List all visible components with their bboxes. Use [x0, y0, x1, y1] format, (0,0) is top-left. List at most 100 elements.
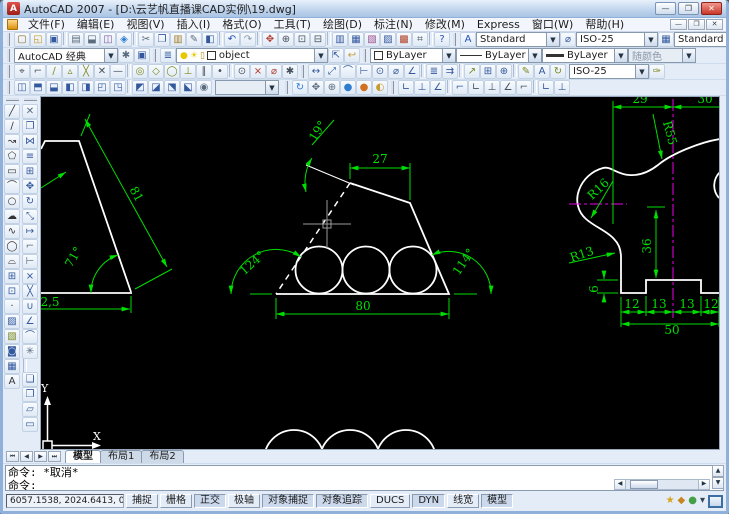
- line-icon[interactable]: ╱: [4, 104, 20, 119]
- tray-menu-arrow[interactable]: ▾: [700, 494, 705, 508]
- status-otrack[interactable]: 对象追踪: [316, 494, 368, 508]
- table-style-icon[interactable]: ▦: [658, 32, 674, 47]
- linetype-select[interactable]: ByLayer ▼: [456, 48, 542, 63]
- close-button[interactable]: ✕: [701, 2, 722, 15]
- ucs-3point-icon[interactable]: ⊥: [484, 80, 500, 95]
- markup-icon[interactable]: ▩: [396, 32, 412, 47]
- tab-next-button[interactable]: ▶: [34, 451, 47, 462]
- chevron-down-icon[interactable]: ▼: [644, 33, 657, 46]
- temporary-track-point-icon[interactable]: ⌖: [14, 64, 30, 79]
- break-icon[interactable]: ╳: [22, 284, 38, 299]
- sep[interactable]: [421, 64, 425, 77]
- 3d-orbit-icon[interactable]: ↻: [292, 80, 308, 95]
- view-bottom-icon[interactable]: ⬓: [46, 80, 62, 95]
- selected-line[interactable]: [275, 182, 351, 295]
- layer-lock-icon[interactable]: ▯: [200, 51, 205, 61]
- snap-center-icon[interactable]: ◎: [132, 64, 148, 79]
- tab-layout1[interactable]: 布局1: [100, 450, 143, 463]
- dim-tolerance-icon[interactable]: ⊞: [480, 64, 496, 79]
- view-nw-iso-icon[interactable]: ⬕: [180, 80, 196, 95]
- extend-icon[interactable]: ⊢: [22, 254, 38, 269]
- dimension-style-select[interactable]: ISO-25 ▼: [569, 64, 649, 79]
- view-se-iso-icon[interactable]: ◪: [148, 80, 164, 95]
- table-icon[interactable]: ▦: [4, 359, 20, 374]
- undo-icon[interactable]: ↶: [224, 32, 240, 47]
- coordinates-readout[interactable]: 6057.1538, 2024.6413, 0.0000: [6, 494, 124, 508]
- tab-model[interactable]: 模型: [65, 450, 101, 463]
- ucs-world-icon[interactable]: ∟: [398, 80, 414, 95]
- status-polar[interactable]: 极轴: [228, 494, 260, 508]
- menu-view[interactable]: 视图(V): [120, 18, 170, 31]
- make-block-icon[interactable]: ⊡: [4, 284, 20, 299]
- toolbar-grip[interactable]: [363, 49, 368, 62]
- 3ddwf-icon[interactable]: ◈: [116, 32, 132, 47]
- draworder-front-icon[interactable]: ❏: [22, 372, 38, 387]
- dim-style-icon[interactable]: ⌀: [560, 32, 576, 47]
- properties-icon[interactable]: ▥: [332, 32, 348, 47]
- sep[interactable]: [23, 359, 27, 372]
- menu-format[interactable]: 格式(O): [216, 18, 267, 31]
- polygon-icon[interactable]: ⬠: [4, 149, 20, 164]
- snap-insert-icon[interactable]: ⊙: [234, 64, 250, 79]
- draworder-above-icon[interactable]: ▱: [22, 402, 38, 417]
- menu-insert[interactable]: 插入(I): [171, 18, 217, 31]
- tab-prev-button[interactable]: ◀: [20, 451, 33, 462]
- toolbar-grip[interactable]: [285, 81, 290, 94]
- dim-continue-icon[interactable]: ⇉: [442, 64, 458, 79]
- dim-center-mark-icon[interactable]: ⊕: [496, 64, 512, 79]
- dim-leader-icon[interactable]: ↗: [464, 64, 480, 79]
- snap-tangent-icon[interactable]: ◯: [164, 64, 180, 79]
- dim-style-select[interactable]: ISO-25 ▼: [576, 32, 658, 47]
- snap-intersection-icon[interactable]: ╳: [78, 64, 94, 79]
- dim-diameter-icon[interactable]: ⌀: [388, 64, 404, 79]
- workspace-select[interactable]: AutoCAD 经典 ▼: [14, 48, 118, 63]
- layer-thaw-icon[interactable]: ☀: [190, 51, 198, 61]
- scroll-left-button[interactable]: ◀: [615, 480, 626, 489]
- block-editor-icon[interactable]: ◧: [202, 32, 218, 47]
- status-osnap[interactable]: 对象捕捉: [262, 494, 314, 508]
- ucs-zaxis-icon[interactable]: ∟: [468, 80, 484, 95]
- plot-icon[interactable]: ▤: [68, 32, 84, 47]
- menu-file[interactable]: 文件(F): [22, 18, 71, 31]
- status-ortho[interactable]: 正交: [194, 494, 226, 508]
- workspace-settings-icon[interactable]: ✱: [118, 48, 134, 63]
- ucs-face-icon[interactable]: ∠: [430, 80, 446, 95]
- snap-none-icon[interactable]: ⌀: [266, 64, 282, 79]
- dim-text-edit-icon[interactable]: A: [534, 64, 550, 79]
- sep[interactable]: [459, 64, 463, 77]
- communication-center-icon[interactable]: ●: [688, 494, 697, 508]
- minimize-button[interactable]: —: [655, 2, 676, 15]
- move-icon[interactable]: ✥: [22, 179, 38, 194]
- sheet-set-manager-icon[interactable]: ▨: [380, 32, 396, 47]
- offset-icon[interactable]: ≡: [22, 149, 38, 164]
- mtext-icon[interactable]: A: [4, 374, 20, 389]
- spline-icon[interactable]: ∿: [4, 224, 20, 239]
- chevron-down-icon[interactable]: ▼: [442, 49, 455, 62]
- dim-baseline-icon[interactable]: ≣: [426, 64, 442, 79]
- toolbar-grip[interactable]: [23, 98, 37, 103]
- status-dyn[interactable]: DYN: [412, 494, 446, 508]
- dim-update-icon[interactable]: ↻: [550, 64, 566, 79]
- ucs-x-icon[interactable]: ∠: [500, 80, 516, 95]
- ucs-z-icon[interactable]: ∟: [538, 80, 554, 95]
- hatch-icon[interactable]: ▨: [4, 314, 20, 329]
- mdi-minimize-button[interactable]: —: [670, 19, 687, 30]
- view-left-icon[interactable]: ◧: [62, 80, 78, 95]
- tool-palettes-icon[interactable]: ▧: [364, 32, 380, 47]
- gradient-icon[interactable]: ▧: [4, 329, 20, 344]
- rotate-icon[interactable]: ↻: [22, 194, 38, 209]
- dim-aligned-icon[interactable]: ⤢: [324, 64, 340, 79]
- toolbar-grip[interactable]: [7, 81, 12, 94]
- draworder-below-icon[interactable]: ▭: [22, 417, 38, 432]
- text-style-icon[interactable]: A: [460, 32, 476, 47]
- toolbar-grip[interactable]: [7, 49, 12, 62]
- zoom-previous-icon[interactable]: ⊟: [310, 32, 326, 47]
- plot-preview-icon[interactable]: ⬓: [84, 32, 100, 47]
- lineweight-select[interactable]: ByLayer ▼: [542, 48, 628, 63]
- snap-extension-icon[interactable]: —: [110, 64, 126, 79]
- toolbar-grip[interactable]: [391, 81, 396, 94]
- array-icon[interactable]: ⊞: [22, 164, 38, 179]
- titlebar[interactable]: A AutoCAD 2007 - [D:\云艺帆直播课CAD实例\19.dwg]…: [3, 0, 726, 18]
- pan-icon[interactable]: ✥: [262, 32, 278, 47]
- status-snap[interactable]: 捕捉: [126, 494, 158, 508]
